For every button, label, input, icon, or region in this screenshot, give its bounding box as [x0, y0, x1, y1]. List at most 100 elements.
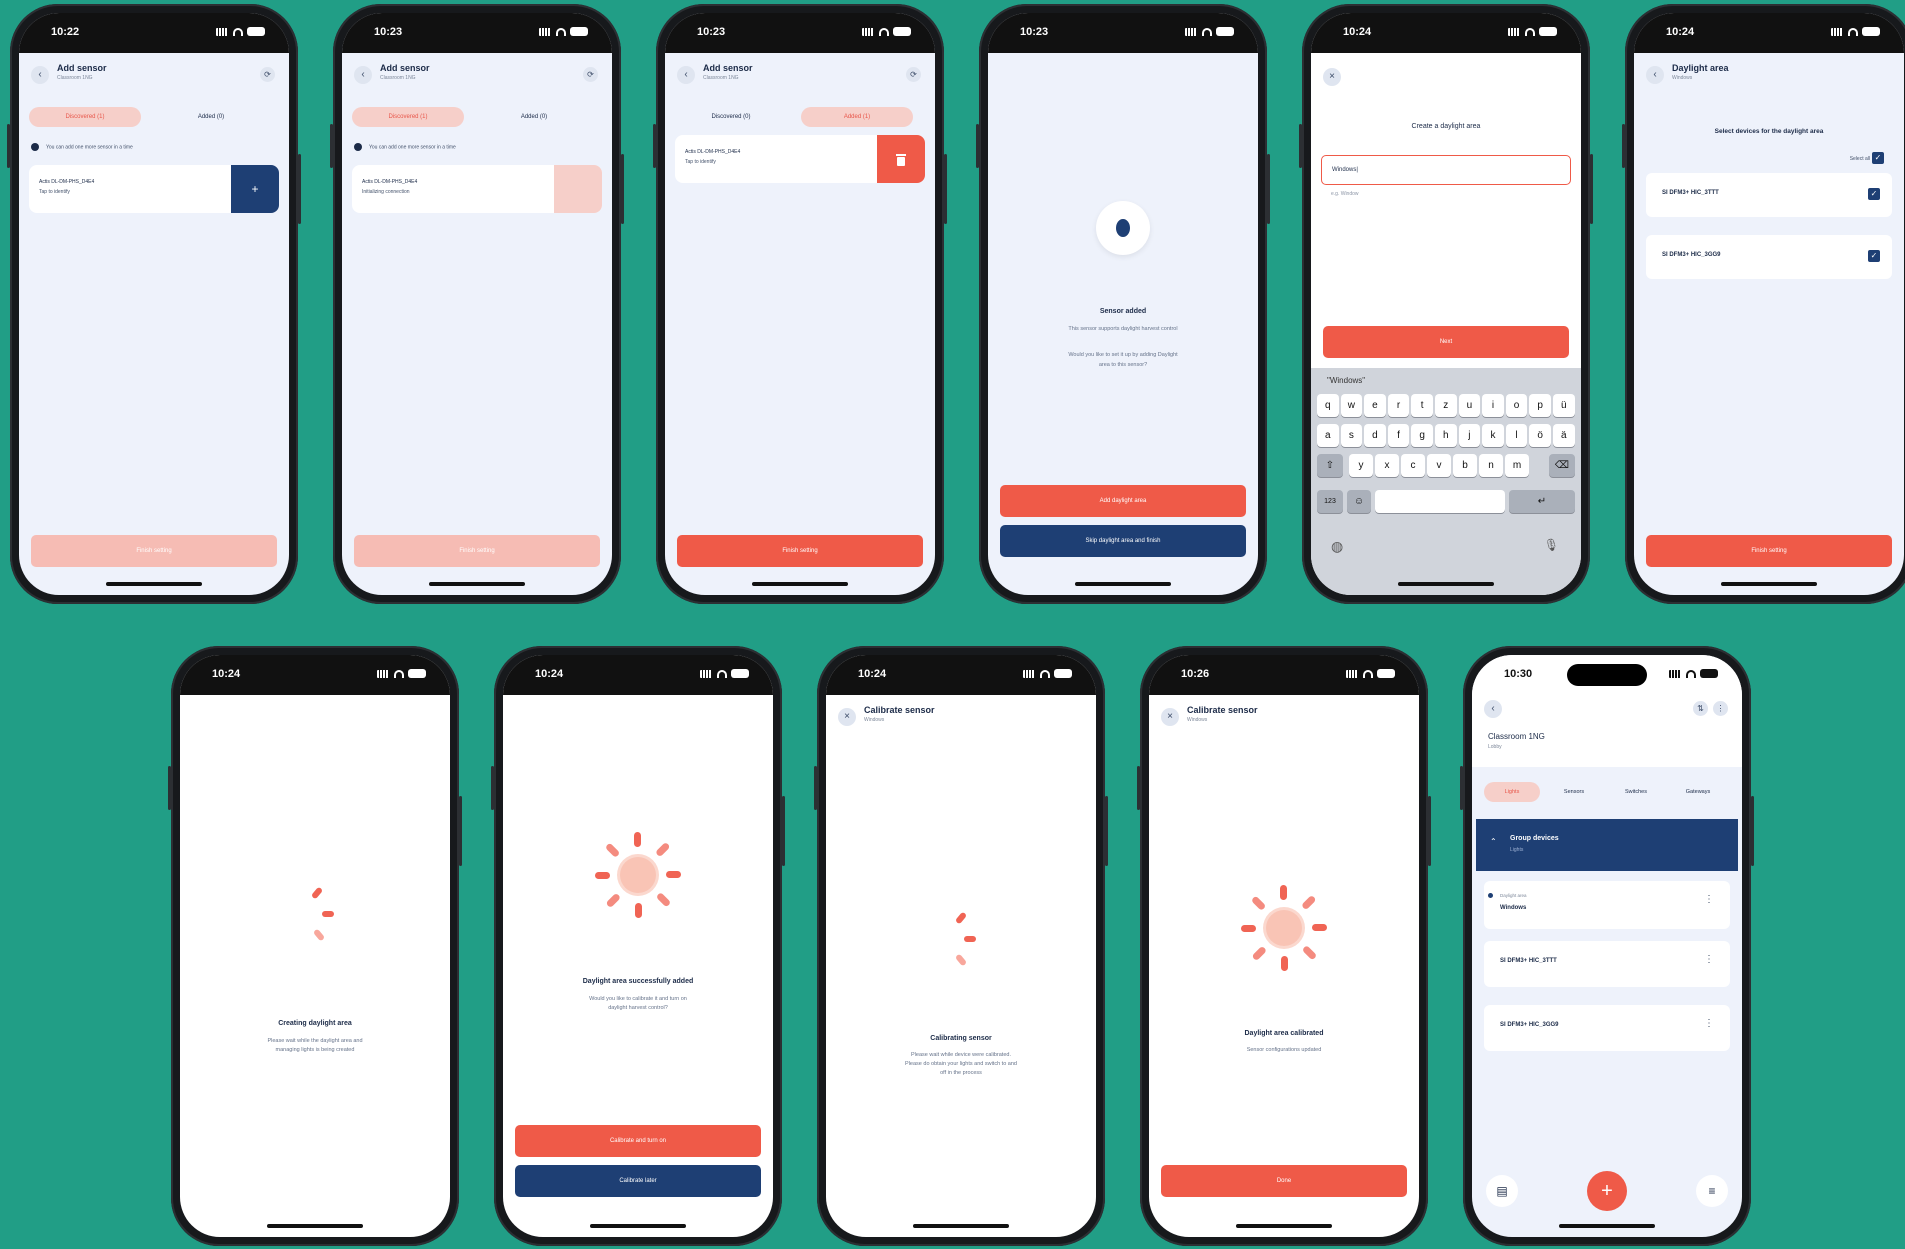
device-row[interactable]: SI DFM3+ HIC_3GG9 ⋮ [1484, 1005, 1730, 1051]
back-icon[interactable]: ‹ [354, 66, 372, 84]
tab-lights[interactable]: Lights [1484, 782, 1540, 802]
key-l[interactable]: l [1505, 424, 1528, 447]
device-row[interactable]: SI DFM3+ HIC_3TTT ✓ [1646, 173, 1892, 217]
status-bar: 10:24 [826, 655, 1096, 695]
wifi-icon [1202, 27, 1212, 36]
close-icon[interactable]: × [1323, 68, 1341, 86]
tab-switches[interactable]: Switches [1608, 782, 1664, 802]
screen: 10:22 ‹ Add sensor Classroom 1NG ⟳ Discover… [19, 13, 289, 595]
key-d[interactable]: d [1364, 424, 1386, 447]
tab-added[interactable]: Added (1) [801, 107, 913, 127]
device-card[interactable]: Actis DL-DM-PHS_D4E4 Initializing connect… [352, 165, 602, 213]
backspace-key[interactable]: ⌫ [1549, 454, 1575, 477]
key-a[interactable]: a [1317, 424, 1339, 447]
key-y[interactable]: y [1349, 454, 1373, 477]
add-fab-button[interactable]: + [1587, 1171, 1627, 1211]
emoji-key[interactable]: ☺ [1347, 490, 1371, 513]
numbers-key[interactable]: 123 [1317, 490, 1343, 513]
next-button[interactable]: Next [1323, 326, 1569, 358]
key-n[interactable]: n [1479, 454, 1503, 477]
finish-setting-button[interactable]: Finish setting [31, 535, 277, 567]
back-icon[interactable]: ‹ [31, 66, 49, 84]
sun-ray [635, 903, 642, 918]
tab-discovered[interactable]: Discovered (1) [352, 107, 464, 127]
key-x[interactable]: x [1375, 454, 1399, 477]
group-devices-header[interactable]: ⌃ Group devices Lights [1476, 819, 1738, 871]
back-icon[interactable]: ‹ [1484, 700, 1502, 718]
shift-key[interactable]: ⇧ [1317, 454, 1343, 477]
key-g[interactable]: g [1411, 424, 1433, 447]
refresh-icon[interactable]: ⟳ [906, 67, 921, 82]
device-row[interactable]: SI DFM3+ HIC_3GG9 ✓ [1646, 235, 1892, 279]
key-w[interactable]: w [1340, 394, 1363, 417]
refresh-icon[interactable]: ⟳ [260, 67, 275, 82]
key-u[interactable]: u [1458, 394, 1481, 417]
area-name-input[interactable]: Windows| [1321, 155, 1571, 185]
key-f[interactable]: f [1387, 424, 1410, 447]
tab-discovered[interactable]: Discovered (0) [675, 107, 787, 127]
back-icon[interactable]: ‹ [1646, 66, 1664, 84]
key-ü[interactable]: ü [1553, 394, 1575, 417]
more-icon[interactable]: ⋮ [1713, 701, 1728, 716]
select-all-control[interactable]: ✓ [1870, 152, 1884, 166]
sort-icon[interactable]: ⇅ [1693, 701, 1708, 716]
status-bar: 10:30 [1472, 655, 1742, 695]
space-key[interactable] [1375, 490, 1505, 513]
close-icon[interactable]: × [1161, 708, 1179, 726]
return-key[interactable]: ↵ [1509, 490, 1575, 513]
floorplan-icon[interactable]: ▤ [1486, 1175, 1518, 1207]
key-t[interactable]: t [1411, 394, 1433, 417]
key-ö[interactable]: ö [1529, 424, 1551, 447]
key-q[interactable]: q [1317, 394, 1339, 417]
more-icon[interactable]: ⋮ [1704, 954, 1714, 965]
key-k[interactable]: k [1482, 424, 1504, 447]
key-o[interactable]: o [1505, 394, 1528, 417]
finish-setting-button[interactable]: Finish setting [677, 535, 923, 567]
keyboard[interactable]: "Windows" qwertzuiopüasdfghjklöäyxcvbnm … [1311, 368, 1581, 595]
close-icon[interactable]: × [838, 708, 856, 726]
globe-icon[interactable]: ◍ [1331, 538, 1343, 555]
device-checkbox[interactable]: ✓ [1868, 188, 1880, 200]
device-name: SI DFM3+ HIC_3GG9 [1500, 1022, 1559, 1028]
key-v[interactable]: v [1427, 454, 1451, 477]
back-icon[interactable]: ‹ [677, 66, 695, 84]
select-all-checkbox[interactable]: ✓ [1872, 152, 1884, 164]
add-daylight-area-button[interactable]: Add daylight area [1000, 485, 1246, 517]
keyboard-suggestion[interactable]: "Windows" [1327, 376, 1365, 385]
key-j[interactable]: j [1458, 424, 1481, 447]
tab-added[interactable]: Added (0) [478, 107, 590, 127]
key-e[interactable]: e [1364, 394, 1386, 417]
daylight-area-row[interactable]: Daylight area Windows ⋮ [1484, 881, 1730, 929]
calibrate-and-turn-on-button[interactable]: Calibrate and turn on [515, 1125, 761, 1157]
key-c[interactable]: c [1401, 454, 1425, 477]
more-icon[interactable]: ⋮ [1704, 1018, 1714, 1029]
skip-daylight-area-button[interactable]: Skip daylight area and finish [1000, 525, 1246, 557]
device-row[interactable]: SI DFM3+ HIC_3TTT ⋮ [1484, 941, 1730, 987]
calibrate-later-button[interactable]: Calibrate later [515, 1165, 761, 1197]
device-card[interactable]: Actis DL-DM-PHS_D4E4 Tap to identify + [29, 165, 279, 213]
finish-setting-button[interactable]: Finish setting [354, 535, 600, 567]
done-button[interactable]: Done [1161, 1165, 1407, 1197]
tab-sensors[interactable]: Sensors [1546, 782, 1602, 802]
more-icon[interactable]: ⋮ [1704, 894, 1714, 905]
device-checkbox[interactable]: ✓ [1868, 250, 1880, 262]
key-r[interactable]: r [1387, 394, 1410, 417]
list-icon[interactable]: ≡ [1696, 1175, 1728, 1207]
key-z[interactable]: z [1435, 394, 1457, 417]
key-b[interactable]: b [1453, 454, 1477, 477]
key-s[interactable]: s [1340, 424, 1363, 447]
tab-discovered[interactable]: Discovered (1) [29, 107, 141, 127]
key-h[interactable]: h [1435, 424, 1457, 447]
delete-device-button[interactable] [877, 135, 925, 183]
tab-added[interactable]: Added (0) [155, 107, 267, 127]
microphone-icon[interactable]: 🎙 [1544, 538, 1559, 552]
key-p[interactable]: p [1529, 394, 1551, 417]
add-device-button[interactable]: + [231, 165, 279, 213]
refresh-icon[interactable]: ⟳ [583, 67, 598, 82]
key-m[interactable]: m [1505, 454, 1529, 477]
key-ä[interactable]: ä [1553, 424, 1575, 447]
finish-setting-button[interactable]: Finish setting [1646, 535, 1892, 567]
device-card[interactable]: Actis DL-DM-PHS_D4E4 Tap to identify [675, 135, 925, 183]
tab-gateways[interactable]: Gateways [1670, 782, 1726, 802]
key-i[interactable]: i [1482, 394, 1504, 417]
